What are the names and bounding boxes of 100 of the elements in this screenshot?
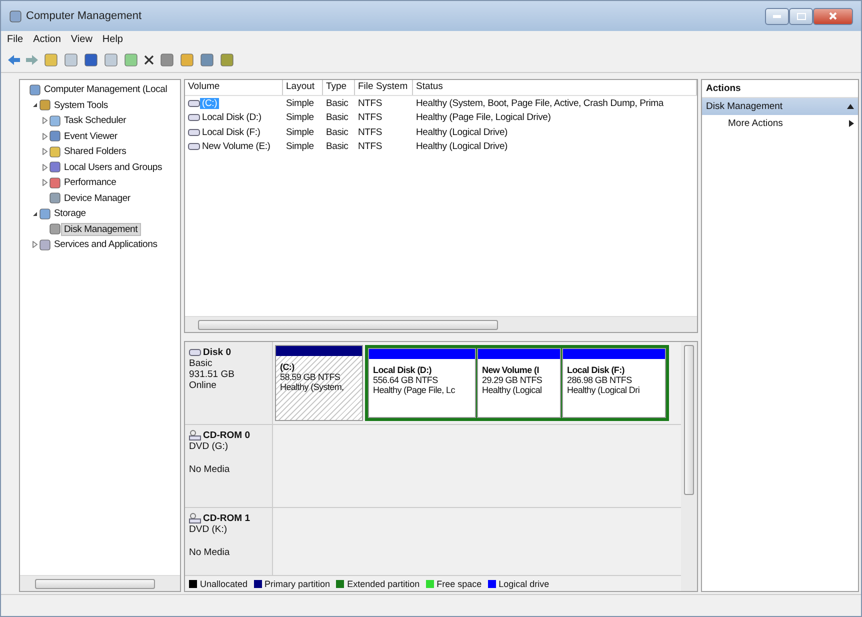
minimize-icon	[773, 14, 781, 18]
expand-arrow-icon[interactable]	[32, 241, 38, 248]
table-cell-text: NTFS	[357, 112, 384, 124]
cd-drive-icon	[189, 430, 201, 441]
drive-label[interactable]: Local Disk (D:)	[200, 112, 264, 124]
drive-icon	[188, 128, 200, 136]
table-cell-text: Healthy (Logical Drive)	[415, 141, 508, 152]
close-icon	[829, 12, 837, 20]
column-header[interactable]: Status	[413, 80, 697, 95]
legend-label: Free space	[436, 578, 482, 588]
maximize-button[interactable]	[789, 8, 813, 24]
partition-name: (C:)	[280, 362, 296, 372]
table-cell-text: NTFS	[357, 98, 384, 109]
menu-item[interactable]: File	[7, 34, 24, 44]
partition-name: Local Disk (F:)	[567, 365, 626, 375]
legend-label: Primary partition	[264, 578, 330, 588]
partition-block[interactable]: New Volume (I 29.29 GB NTFS Healthy (Logical	[477, 348, 561, 418]
tree-item[interactable]: Disk Management	[61, 222, 141, 236]
table-cell-text: Healthy (Page File, Logical Drive)	[415, 112, 552, 124]
column-header[interactable]: Layout	[283, 80, 323, 95]
delete-icon[interactable]	[143, 54, 155, 66]
disk-detail: Online	[189, 380, 218, 391]
tree-item[interactable]: Storage	[51, 207, 89, 220]
disk-name: Disk 0	[203, 347, 231, 358]
expand-arrow-icon[interactable]	[42, 164, 48, 171]
disk-name: CD-ROM 1	[203, 513, 250, 524]
menu-item[interactable]: Help	[102, 34, 123, 44]
disk-detail: Basic	[189, 358, 214, 369]
column-header[interactable]: Volume	[185, 80, 283, 95]
partition-name: Local Disk (D:)	[373, 365, 433, 375]
partition-block[interactable]: Local Disk (D:) 556.64 GB NTFS Healthy (Page File, Lc	[368, 348, 476, 418]
tree-item[interactable]: Computer Management (Local	[41, 83, 170, 96]
drive-icon	[189, 349, 201, 356]
table-cell-text: Basic	[325, 98, 350, 109]
scrollbar-thumb[interactable]	[35, 578, 155, 588]
expand-arrow-icon[interactable]	[42, 117, 48, 124]
drive-icon	[188, 143, 200, 150]
partition-block[interactable]: Local Disk (F:) 286.98 GB NTFS Healthy (Logical Dri	[562, 348, 666, 418]
partition-name: New Volume (I	[482, 365, 540, 375]
table-cell-text: NTFS	[357, 141, 384, 152]
collapse-arrow-icon[interactable]	[32, 102, 38, 108]
column-header[interactable]: Type	[323, 80, 355, 95]
partition-status: Healthy (Logical	[482, 385, 543, 395]
table-cell-text: Healthy (System, Boot, Page File, Active, Crash Dump, Prima	[415, 98, 665, 109]
drive-label[interactable]: New Volume (E:)	[200, 141, 272, 152]
maximize-icon	[796, 12, 806, 20]
legend-label: Logical drive	[498, 578, 550, 588]
partition-status: Healthy (Page File, Lc	[373, 385, 456, 395]
collapse-icon	[847, 104, 854, 109]
back-arrow-icon[interactable]	[7, 54, 21, 66]
expand-arrow-icon[interactable]	[42, 179, 48, 186]
disk-detail: DVD (K:)	[189, 524, 228, 535]
expand-arrow-icon[interactable]	[42, 148, 48, 156]
partition-size: 58.59 GB NTFS	[280, 372, 342, 382]
partition-status: Healthy (System,	[280, 382, 345, 392]
disk-detail: No Media	[189, 547, 231, 558]
table-cell-text: Simple	[285, 126, 315, 138]
column-header[interactable]: File System	[355, 80, 413, 95]
minimize-button[interactable]	[765, 8, 789, 24]
forward-arrow-icon[interactable]	[25, 54, 39, 66]
partition-status: Healthy (Logical Dri	[567, 385, 641, 395]
table-cell-text: Basic	[325, 126, 350, 138]
partition-size: 556.64 GB NTFS	[373, 375, 439, 385]
table-cell-text: Simple	[285, 141, 315, 152]
legend-label: Extended partition	[347, 578, 420, 588]
submenu-arrow-icon	[849, 120, 854, 127]
action-item[interactable]: More Actions	[702, 115, 858, 132]
partition-block[interactable]: (C:) 58.59 GB NTFS Healthy (System,	[275, 345, 363, 421]
drive-icon	[188, 100, 200, 107]
scrollbar-thumb[interactable]	[198, 320, 498, 330]
disk-detail: 931.51 GB	[189, 369, 236, 380]
table-cell-text: Healthy (Logical Drive)	[415, 126, 508, 138]
tree-item[interactable]: Shared Folders	[61, 145, 130, 158]
table-cell-text: NTFS	[357, 126, 384, 138]
window-title: Computer Management	[26, 10, 142, 22]
table-cell-text: Simple	[285, 112, 315, 124]
table-cell-text: Basic	[325, 141, 350, 152]
close-button[interactable]	[813, 8, 853, 24]
actions-section[interactable]: Disk Management	[702, 98, 858, 115]
tree-item[interactable]: Event Viewer	[61, 130, 120, 143]
tree-item[interactable]: Task Scheduler	[61, 114, 130, 128]
tree-item[interactable]: Local Users and Groups	[61, 160, 166, 174]
legend-label: Unallocated	[200, 578, 248, 588]
partition-size: 29.29 GB NTFS	[482, 375, 544, 385]
menu-item[interactable]: Action	[33, 34, 61, 44]
collapse-arrow-icon[interactable]	[32, 210, 38, 217]
tree-item[interactable]: System Tools	[51, 98, 111, 112]
disk-detail: No Media	[189, 464, 231, 475]
expand-arrow-icon[interactable]	[42, 132, 48, 140]
drive-label[interactable]: Local Disk (F:)	[200, 126, 262, 138]
tree-item[interactable]: Services and Applications	[51, 238, 160, 252]
partition-size: 286.98 GB NTFS	[567, 375, 633, 385]
cd-drive-icon	[189, 513, 201, 524]
drive-icon	[188, 114, 200, 122]
table-cell-text: Basic	[325, 112, 350, 124]
scrollbar-thumb[interactable]	[684, 345, 694, 495]
menu-item[interactable]: View	[70, 34, 92, 44]
disk-detail: DVD (G:)	[189, 441, 230, 452]
tree-item[interactable]: Device Manager	[61, 192, 134, 205]
tree-item[interactable]: Performance	[61, 176, 120, 190]
